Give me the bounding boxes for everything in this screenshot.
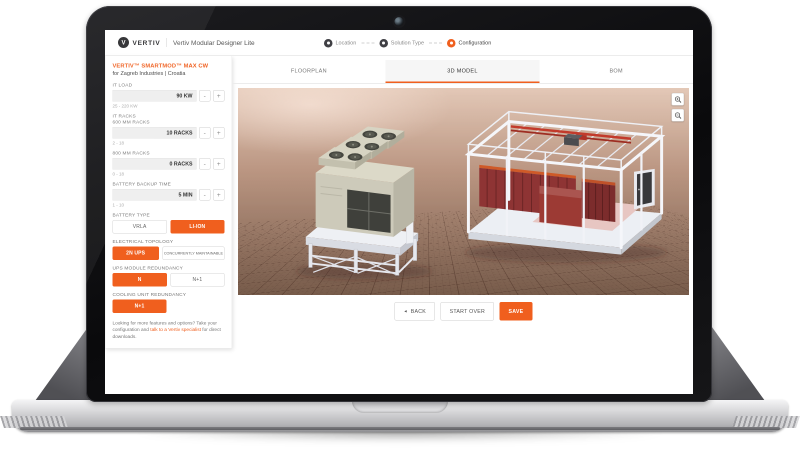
speaker-grille-left bbox=[0, 416, 68, 428]
back-button-label: BACK bbox=[411, 308, 426, 314]
3d-viewport[interactable] bbox=[238, 88, 689, 295]
ups-redundancy-label: UPS MODULE REDUNDANCY bbox=[113, 266, 225, 272]
battery-time-helper: 1 - 10 bbox=[113, 203, 225, 208]
laptop-mockup: V VERTIV Vertiv Modular Designer Lite Lo… bbox=[0, 0, 800, 450]
smartmod-3d-model[interactable] bbox=[465, 112, 667, 263]
battery-type-label: BATTERY TYPE bbox=[113, 213, 225, 219]
racks-600-field: IT RACKS 600 MM RACKS 10 RACKS - + 2 - 1… bbox=[113, 114, 225, 146]
laptop-screen: V VERTIV Vertiv Modular Designer Lite Lo… bbox=[105, 30, 693, 394]
racks-800-increment-button[interactable]: + bbox=[213, 158, 225, 170]
topology-2n-ups-button[interactable]: 2N UPS bbox=[113, 247, 159, 261]
it-load-label: IT LOAD bbox=[113, 83, 225, 89]
save-button[interactable]: SAVE bbox=[500, 302, 533, 321]
it-load-field: IT LOAD 90 KW - + 25 - 220 KW bbox=[113, 83, 225, 109]
racks-600-decrement-button[interactable]: - bbox=[199, 127, 211, 139]
battery-type-liion-button[interactable]: LI-ION bbox=[170, 220, 224, 234]
racks-800-decrement-button[interactable]: - bbox=[199, 158, 211, 170]
electrical-topology-toggle: ELECTRICAL TOPOLOGY 2N UPS CONCURRENTLY … bbox=[113, 239, 225, 260]
logo-glyph: V bbox=[121, 39, 125, 46]
app-header: V VERTIV Vertiv Modular Designer Lite Lo… bbox=[105, 30, 693, 56]
battery-time-input[interactable]: 5 MIN bbox=[113, 189, 197, 201]
racks-600-increment-button[interactable]: + bbox=[213, 127, 225, 139]
step-location-icon bbox=[324, 39, 333, 48]
wizard-steps: Location Solution Type Configuration bbox=[324, 30, 491, 56]
start-over-button[interactable]: START OVER bbox=[441, 302, 494, 321]
laptop-bezel: V VERTIV Vertiv Modular Designer Lite Lo… bbox=[86, 6, 712, 402]
electrical-topology-label: ELECTRICAL TOPOLOGY bbox=[113, 239, 225, 245]
step-solution-type[interactable]: Solution Type bbox=[379, 39, 424, 48]
zoom-in-icon bbox=[674, 96, 681, 103]
product-title: VERTIV™ SMARTMOD™ MAX CW bbox=[113, 63, 225, 69]
webcam bbox=[395, 17, 404, 26]
specialist-link[interactable]: talk to a Vertiv specialist bbox=[150, 327, 201, 333]
cooling-redundancy-n-plus-1-button[interactable]: N+1 bbox=[113, 300, 167, 314]
it-load-increment-button[interactable]: + bbox=[213, 90, 225, 102]
battery-type-vrla-button[interactable]: VRLA bbox=[113, 220, 167, 234]
ups-redundancy-toggle: UPS MODULE REDUNDANCY N N+1 bbox=[113, 266, 225, 287]
battery-time-field: BATTERY BACKUP TIME 5 MIN - + 1 - 10 bbox=[113, 182, 225, 208]
action-bar: ◄ BACK START OVER SAVE bbox=[238, 302, 689, 321]
header-divider bbox=[166, 38, 167, 47]
vertiv-logo-icon: V bbox=[118, 37, 129, 48]
battery-time-increment-button[interactable]: + bbox=[213, 189, 225, 201]
chiller-3d-model[interactable] bbox=[296, 126, 432, 279]
it-load-decrement-button[interactable]: - bbox=[199, 90, 211, 102]
cooling-redundancy-label: COOLING UNIT REDUNDANCY bbox=[113, 292, 225, 298]
step-location[interactable]: Location bbox=[324, 39, 356, 48]
step-solution-type-label: Solution Type bbox=[391, 40, 424, 46]
topology-concurrently-maintainable-button[interactable]: CONCURRENTLY MAINTAINABLE bbox=[162, 247, 224, 261]
step-connector bbox=[361, 43, 374, 44]
racks-800-helper: 0 - 18 bbox=[113, 172, 225, 177]
racks-600-value: 10 RACKS bbox=[167, 130, 193, 136]
racks-800-label: 800 MM RACKS bbox=[113, 151, 225, 157]
brand-name: VERTIV bbox=[133, 39, 161, 47]
battery-time-label: BATTERY BACKUP TIME bbox=[113, 182, 225, 188]
it-load-helper: 25 - 220 KW bbox=[113, 104, 225, 109]
zoom-out-button[interactable] bbox=[672, 109, 685, 122]
battery-time-value: 5 MIN bbox=[178, 192, 192, 198]
it-load-input[interactable]: 90 KW bbox=[113, 90, 197, 102]
config-sidebar: VERTIV™ SMARTMOD™ MAX CW for Zagreb Indu… bbox=[105, 56, 232, 348]
battery-time-decrement-button[interactable]: - bbox=[199, 189, 211, 201]
tab-bom[interactable]: BOM bbox=[539, 60, 693, 83]
3d-scene[interactable] bbox=[238, 88, 689, 295]
laptop-base bbox=[12, 400, 788, 432]
ups-redundancy-n-plus-1-button[interactable]: N+1 bbox=[170, 273, 224, 287]
battery-type-toggle: BATTERY TYPE VRLA LI-ION bbox=[113, 213, 225, 234]
back-button[interactable]: ◄ BACK bbox=[395, 302, 436, 321]
step-solution-type-icon bbox=[379, 39, 388, 48]
it-racks-group-label: IT RACKS bbox=[113, 114, 225, 120]
cooling-redundancy-toggle: COOLING UNIT REDUNDANCY N+1 bbox=[113, 292, 225, 313]
project-subtitle: for Zagreb Industries | Croatia bbox=[113, 71, 225, 77]
step-connector bbox=[429, 43, 442, 44]
page-title: Vertiv Modular Designer Lite bbox=[173, 39, 255, 47]
racks-800-value: 0 RACKS bbox=[169, 161, 192, 167]
racks-600-input[interactable]: 10 RACKS bbox=[113, 127, 197, 139]
step-configuration-label: Configuration bbox=[459, 40, 492, 46]
zoom-in-button[interactable] bbox=[672, 93, 685, 106]
racks-800-input[interactable]: 0 RACKS bbox=[113, 158, 197, 170]
main-panel: FLOORPLAN 3D MODEL BOM bbox=[232, 56, 693, 394]
zoom-controls bbox=[672, 93, 685, 122]
tab-3d-model[interactable]: 3D MODEL bbox=[386, 60, 540, 83]
sidebar-footnote: Looking for more features and options? T… bbox=[113, 320, 225, 340]
tab-floorplan[interactable]: FLOORPLAN bbox=[232, 60, 386, 83]
step-configuration[interactable]: Configuration bbox=[447, 39, 491, 48]
step-location-label: Location bbox=[336, 40, 357, 46]
back-arrow-icon: ◄ bbox=[404, 309, 408, 314]
racks-600-label: 600 MM RACKS bbox=[113, 120, 225, 126]
it-load-value: 90 KW bbox=[176, 93, 192, 99]
app-window: V VERTIV Vertiv Modular Designer Lite Lo… bbox=[105, 30, 693, 394]
racks-800-field: 800 MM RACKS 0 RACKS - + 0 - 18 bbox=[113, 151, 225, 177]
speaker-grille-right bbox=[732, 416, 800, 428]
step-configuration-icon bbox=[447, 39, 456, 48]
racks-600-helper: 2 - 18 bbox=[113, 141, 225, 146]
zoom-out-icon bbox=[674, 112, 681, 119]
view-tabs: FLOORPLAN 3D MODEL BOM bbox=[232, 60, 693, 84]
ups-redundancy-n-button[interactable]: N bbox=[113, 273, 167, 287]
